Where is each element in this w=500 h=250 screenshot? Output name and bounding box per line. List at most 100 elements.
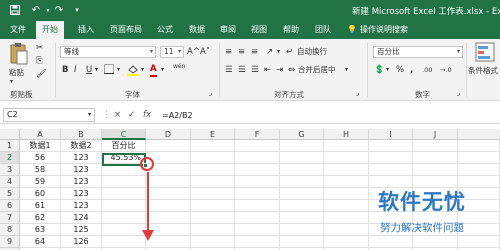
grid-cell[interactable] [324,152,369,164]
paste-dropdown-icon[interactable]: ▾ [10,76,13,88]
currency-dropdown-icon[interactable]: ▾ [386,64,389,76]
grid-cell[interactable] [324,188,369,200]
grid-cell[interactable] [369,152,413,164]
grid-cell[interactable] [280,152,324,164]
grid-cell[interactable] [324,164,369,176]
tab-view[interactable]: 视图 [251,21,267,39]
wrap-text-button[interactable]: 自动换行 [297,46,327,57]
grid-cell[interactable] [324,200,369,212]
increase-indent-icon[interactable]: ⇥ [276,64,283,76]
grid-cell[interactable] [191,152,235,164]
grid-cell[interactable]: 64 [20,236,61,248]
grid-cell[interactable] [191,224,235,236]
font-color-icon[interactable]: A [150,63,157,77]
formula-input[interactable]: =A2/B2 [162,111,193,120]
customize-icon[interactable]: ▾ [70,3,84,17]
grid-cell[interactable]: 124 [61,212,102,224]
grid-cell[interactable]: 126 [61,236,102,248]
column-header-i[interactable]: I [369,129,413,140]
conditional-format-button[interactable]: 条件格式 [468,65,498,76]
tab-insert[interactable]: 插入 [78,21,94,39]
grid-cell[interactable] [235,140,280,152]
merge-dropdown-icon[interactable]: ▾ [345,64,348,76]
row-header[interactable]: 1 [0,140,20,152]
column-header-e[interactable]: E [191,129,235,140]
row-header[interactable]: 5 [0,188,20,200]
grid-cell[interactable]: 123 [61,152,102,164]
column-header-h[interactable]: H [324,129,369,140]
fill-color-dropdown-icon[interactable]: ▾ [141,64,144,76]
bold-button[interactable]: B [62,64,68,76]
grid-cell[interactable] [191,188,235,200]
grid-cell[interactable] [280,224,324,236]
grid-cell[interactable] [280,176,324,188]
decrease-decimal-button[interactable]: →.0 [440,64,452,76]
grid-cell[interactable] [324,236,369,248]
increase-decimal-button[interactable]: .00 [422,64,432,76]
align-center-icon[interactable]: ☰ [238,64,246,76]
fill-color-icon[interactable] [127,64,139,80]
grid-cell[interactable] [413,140,458,152]
grid-cell[interactable]: 123 [61,164,102,176]
grid-cell[interactable]: 60 [20,188,61,200]
grid-cell[interactable]: 123 [61,200,102,212]
grid-cell[interactable] [413,164,458,176]
font-color-dropdown-icon[interactable]: ▾ [161,64,164,76]
redo-icon[interactable]: ↷ [52,3,66,17]
grid-cell[interactable] [235,164,280,176]
alignment-dialog-launcher-icon[interactable]: ⌟ [356,87,359,99]
merge-center-button[interactable]: 合并后居中 [298,64,336,75]
grid-cell[interactable] [324,212,369,224]
grid-cell[interactable] [369,140,413,152]
tab-formulas[interactable]: 公式 [157,21,173,39]
save-icon[interactable] [8,3,22,17]
shrink-font-icon[interactable]: A˅ [200,46,210,58]
grid-cell[interactable] [324,224,369,236]
grid-cell[interactable] [235,224,280,236]
grid-cell[interactable] [191,200,235,212]
grid-cell[interactable] [191,236,235,248]
align-left-icon[interactable]: ☰ [225,64,233,76]
tab-file[interactable]: 文件 [10,21,26,39]
grid-cell[interactable]: 56 [20,152,61,164]
enter-formula-icon[interactable]: ✓ [128,110,135,120]
grid-cell[interactable] [280,236,324,248]
grid-cell[interactable]: 58 [20,164,61,176]
column-header-a[interactable]: A [20,129,61,140]
tell-me-search[interactable]: 💡 操作说明搜索 [347,21,408,39]
align-bottom-icon[interactable]: ≡ [251,46,258,58]
grid-cell[interactable] [191,176,235,188]
grid-cell[interactable] [458,140,500,152]
grid-cell[interactable] [235,176,280,188]
font-size-select[interactable]: 11 ▾ [160,46,184,58]
grid-cell[interactable] [369,164,413,176]
grid-cell[interactable] [235,188,280,200]
paste-icon[interactable] [8,42,30,66]
grid-cell[interactable] [191,140,235,152]
merge-center-icon[interactable]: ⇔ [288,64,295,76]
grid-cell[interactable]: 61 [20,200,61,212]
column-title-cell[interactable]: 百分比 [102,140,146,152]
grid-cell[interactable] [235,152,280,164]
grid-cell[interactable] [458,164,500,176]
grid-cell[interactable]: 62 [20,212,61,224]
formula-options-icon[interactable]: ⋮ [102,110,111,120]
grid-cell[interactable] [191,212,235,224]
column-title-cell[interactable]: 数据2 [61,140,102,152]
column-header-j[interactable]: J [413,129,458,140]
grid-cell[interactable] [280,212,324,224]
orientation-icon[interactable]: ↗ [266,46,273,58]
grid-cell[interactable] [280,164,324,176]
row-header[interactable]: 3 [0,164,20,176]
grid-cell[interactable]: 123 [61,176,102,188]
grid-cell[interactable] [280,200,324,212]
row-header[interactable]: 9 [0,236,20,248]
align-right-icon[interactable]: ☰ [251,64,259,76]
cancel-formula-icon[interactable]: × [114,110,121,120]
grid-cell[interactable] [235,212,280,224]
insert-function-icon[interactable]: fx [143,110,151,120]
row-header[interactable]: 8 [0,224,20,236]
align-top-icon[interactable]: ≡ [225,46,232,58]
grid-cell[interactable] [324,140,369,152]
grid-cell[interactable]: 123 [61,188,102,200]
